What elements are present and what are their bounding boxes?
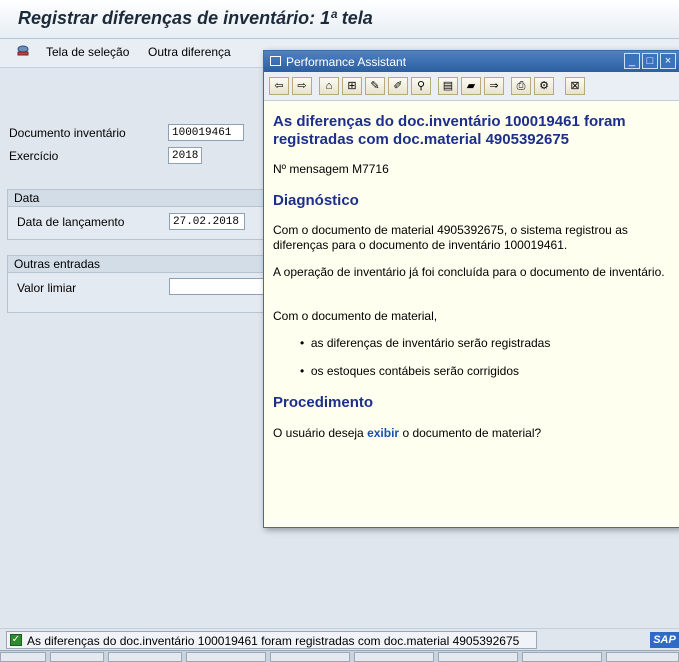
posting-date-field[interactable]: 27.02.2018 xyxy=(169,213,245,230)
list-item: • os estoques contábeis serão corrigidos xyxy=(300,364,519,378)
back-icon[interactable]: ⇦ xyxy=(269,77,289,95)
diagnosis-paragraph-3: Com o documento de material, xyxy=(273,309,438,323)
window-icon xyxy=(270,56,281,66)
edit-icon[interactable]: ✎ xyxy=(365,77,385,95)
threshold-label: Valor limiar xyxy=(17,281,77,295)
date-group-title: Data xyxy=(8,190,270,207)
title-bar: Registrar diferenças de inventário: 1ª t… xyxy=(0,0,679,39)
document-field[interactable]: 100019461 xyxy=(168,124,244,141)
status-bar: ✓ As diferenças do doc.inventário 100019… xyxy=(0,628,679,651)
message-number: Nº mensagem M7716 xyxy=(273,162,389,176)
diagnosis-paragraph-1: Com o documento de material 4905392675, … xyxy=(273,223,628,252)
taskbar xyxy=(0,650,679,662)
diagnosis-paragraph-2: A operação de inventário já foi concluíd… xyxy=(273,265,665,279)
list-item: • as diferenças de inventário serão regi… xyxy=(300,336,551,350)
page-title: Registrar diferenças de inventário: 1ª t… xyxy=(18,8,373,28)
other-difference-button[interactable]: Outra diferença xyxy=(148,45,231,59)
maximize-icon[interactable]: □ xyxy=(642,53,658,69)
settings-icon[interactable]: ⚙ xyxy=(534,77,554,95)
print-icon[interactable]: ⎙ xyxy=(511,77,531,95)
performance-assistant-window: Performance Assistant _ □ × ⇦ ⇨ ⌂ ⊞ ✎ ✐ … xyxy=(263,50,679,528)
document-label: Documento inventário xyxy=(9,126,126,140)
procedure-text: O usuário deseja exibir o documento de m… xyxy=(273,426,542,440)
threshold-field[interactable] xyxy=(169,278,270,295)
year-label: Exercício xyxy=(9,149,59,163)
bookmark-icon[interactable]: ⇒ xyxy=(484,77,504,95)
message-heading: As diferenças do doc.inventário 10001946… xyxy=(273,113,626,148)
success-check-icon: ✓ xyxy=(10,634,22,646)
glossary-icon[interactable]: ▤ xyxy=(438,77,458,95)
assistant-title-bar[interactable]: Performance Assistant _ □ × xyxy=(264,51,679,72)
procedure-title: Procedimento xyxy=(273,394,374,411)
status-message[interactable]: ✓ As diferenças do doc.inventário 100019… xyxy=(6,631,537,649)
other-entries-title: Outras entradas xyxy=(8,256,270,273)
assistant-body: As diferenças do doc.inventário 10001946… xyxy=(264,101,679,525)
assistant-toolbar: ⇦ ⇨ ⌂ ⊞ ✎ ✐ ⚲ ▤ ▰ ⇒ ⎙ ⚙ ⊠ xyxy=(264,72,679,101)
link-icon[interactable]: ⚲ xyxy=(411,77,431,95)
year-field[interactable]: 2018 xyxy=(168,147,202,164)
diagnosis-title: Diagnóstico xyxy=(273,192,359,209)
status-text: As diferenças do doc.inventário 10001946… xyxy=(27,634,520,648)
date-group: Data Data de lançamento 27.02.2018 xyxy=(7,189,271,240)
sap-logo-icon: SAP xyxy=(650,632,679,648)
assistant-title: Performance Assistant xyxy=(286,55,407,69)
minimize-icon[interactable]: _ xyxy=(624,53,640,69)
forward-icon[interactable]: ⇨ xyxy=(292,77,312,95)
other-entries-group: Outras entradas Valor limiar xyxy=(7,255,271,313)
display-link[interactable]: exibir xyxy=(367,426,399,440)
home-icon[interactable]: ⌂ xyxy=(319,77,339,95)
close-icon[interactable]: × xyxy=(660,53,676,69)
technical-info-icon[interactable]: ✐ xyxy=(388,77,408,95)
exit-icon[interactable]: ⊠ xyxy=(565,77,585,95)
note-icon[interactable]: ▰ xyxy=(461,77,481,95)
selection-screen-button[interactable]: Tela de seleção xyxy=(46,45,129,59)
selection-screen-icon[interactable] xyxy=(16,45,30,57)
structure-icon[interactable]: ⊞ xyxy=(342,77,362,95)
posting-date-label: Data de lançamento xyxy=(17,215,125,229)
